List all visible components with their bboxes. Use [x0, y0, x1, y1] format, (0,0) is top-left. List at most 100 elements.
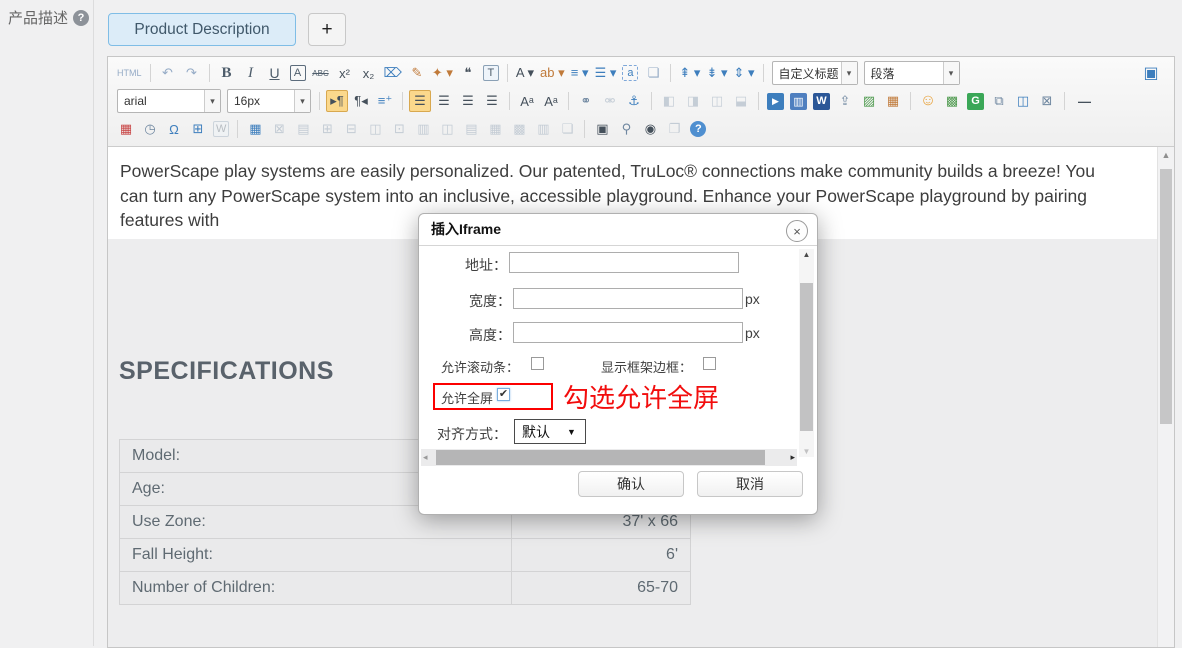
- unordered-list-button[interactable]: ☰ ▾: [593, 62, 619, 84]
- merge-cells-icon[interactable]: ▥: [412, 118, 434, 140]
- image-upload-icon[interactable]: ▨: [858, 90, 880, 112]
- merge-right-icon[interactable]: ▤: [460, 118, 482, 140]
- word-paste-icon[interactable]: W: [213, 121, 229, 137]
- superscript-button[interactable]: x²: [334, 62, 356, 84]
- tab-product-description[interactable]: Product Description: [108, 13, 296, 46]
- fullscreen-checkbox[interactable]: ✔: [497, 388, 510, 401]
- dialog-vscroll-thumb[interactable]: [800, 283, 813, 431]
- editor-scrollbar[interactable]: ▲: [1157, 147, 1174, 647]
- unlink-icon[interactable]: ⚮: [599, 90, 621, 112]
- emoticon-icon[interactable]: ☺: [917, 90, 939, 112]
- insert-date-icon[interactable]: ▦: [115, 118, 137, 140]
- anchor-icon[interactable]: ⚓: [623, 90, 645, 112]
- confirm-button[interactable]: 确认: [578, 471, 684, 497]
- merge-down-icon[interactable]: ▦: [484, 118, 506, 140]
- undo-icon[interactable]: ↶: [157, 62, 179, 84]
- insert-col-icon[interactable]: ◫: [364, 118, 386, 140]
- dialog-hscroll-thumb[interactable]: [436, 450, 765, 465]
- redo-icon[interactable]: ↷: [181, 62, 203, 84]
- height-input[interactable]: [513, 322, 743, 343]
- blockquote-icon[interactable]: ❝: [457, 62, 479, 84]
- split-cells-icon[interactable]: ◫: [436, 118, 458, 140]
- autotypeset-icon[interactable]: ✦ ▾: [430, 62, 455, 84]
- margin-top-icon[interactable]: ⇞ ▾: [677, 62, 702, 84]
- ltr-paragraph-button[interactable]: ▸¶: [326, 90, 348, 112]
- paste-icon[interactable]: ❐: [663, 118, 685, 140]
- word-import-icon[interactable]: W: [813, 93, 830, 110]
- help-icon[interactable]: ?: [690, 121, 706, 137]
- scroll-left-icon[interactable]: ◂: [423, 452, 428, 463]
- preview-icon[interactable]: ⚲: [615, 118, 637, 140]
- align-right-button[interactable]: ☰: [457, 90, 479, 112]
- strikethrough-button[interactable]: ABC: [310, 62, 332, 84]
- to-lowercase-button[interactable]: Aᵃ: [540, 90, 562, 112]
- blank-page-icon[interactable]: ❏: [642, 62, 664, 84]
- scroll-down-icon[interactable]: ▼: [799, 447, 814, 456]
- insert-table-icon[interactable]: ▦: [244, 118, 266, 140]
- find-replace-icon[interactable]: ◉: [639, 118, 661, 140]
- border-text-button[interactable]: A: [290, 65, 306, 81]
- attachment-icon[interactable]: ⇪: [834, 90, 856, 112]
- align-left-button[interactable]: ☰: [409, 90, 431, 112]
- insert-image-icon[interactable]: ▦: [882, 90, 904, 112]
- cell-copy-icon[interactable]: ❏: [556, 118, 578, 140]
- dialog-horizontal-scrollbar[interactable]: ◂ ▸: [421, 449, 797, 466]
- help-question-icon[interactable]: ?: [73, 10, 89, 26]
- horizontal-rule-icon[interactable]: —: [1071, 90, 1097, 112]
- image-center-icon[interactable]: ◫: [706, 90, 728, 112]
- pagebreak-icon[interactable]: ⧉: [988, 90, 1010, 112]
- cancel-button[interactable]: 取消: [697, 471, 803, 497]
- close-icon[interactable]: ×: [786, 220, 808, 242]
- image-block-icon[interactable]: ⬓: [730, 90, 752, 112]
- eraser-icon[interactable]: ⌦: [382, 62, 404, 84]
- align-justify-button[interactable]: ☰: [481, 90, 503, 112]
- subscript-button[interactable]: x₂: [358, 62, 380, 84]
- html-source-button[interactable]: HTML: [115, 62, 144, 84]
- image-inline-icon[interactable]: ◨: [682, 90, 704, 112]
- col-distribute-icon[interactable]: ▥: [532, 118, 554, 140]
- custom-title-select[interactable]: 自定义标题▾: [772, 61, 858, 85]
- width-input[interactable]: [513, 288, 743, 309]
- dialog-vertical-scrollbar[interactable]: ▲ ▼: [799, 249, 814, 457]
- editor-scrollbar-thumb[interactable]: [1160, 169, 1172, 424]
- indent-button[interactable]: ≡⁺: [374, 90, 396, 112]
- url-input[interactable]: [509, 252, 739, 273]
- insert-code-icon[interactable]: ⊞: [187, 118, 209, 140]
- insert-media-icon[interactable]: ▥: [790, 93, 807, 110]
- italic-button[interactable]: I: [240, 62, 262, 84]
- align-select[interactable]: 默认 ▼: [514, 419, 586, 444]
- paragraph-format-select[interactable]: 段落▾: [864, 61, 960, 85]
- show-border-checkbox[interactable]: [703, 357, 716, 370]
- anchor-text-button[interactable]: a: [622, 65, 638, 81]
- font-size-select[interactable]: 16px▾: [227, 89, 311, 113]
- margin-bottom-icon[interactable]: ⇟ ▾: [704, 62, 729, 84]
- insert-video-icon[interactable]: ▶: [767, 93, 784, 110]
- highlight-color-button[interactable]: ab ▾: [538, 62, 567, 84]
- font-color-button[interactable]: A ▾: [514, 62, 536, 84]
- delete-row-icon[interactable]: ⊡: [388, 118, 410, 140]
- underline-button[interactable]: U: [264, 62, 286, 84]
- line-height-icon[interactable]: ⇕ ▾: [731, 62, 756, 84]
- map-icon[interactable]: ▩: [941, 90, 963, 112]
- rtl-paragraph-button[interactable]: ¶◂: [350, 90, 372, 112]
- insert-time-icon[interactable]: ◷: [139, 118, 161, 140]
- scroll-right-icon[interactable]: ▸: [790, 452, 795, 463]
- google-map-icon[interactable]: G: [967, 93, 984, 110]
- scroll-up-icon[interactable]: ▲: [1158, 150, 1174, 160]
- print-icon[interactable]: ▣: [591, 118, 613, 140]
- table-fill-icon[interactable]: ▩: [508, 118, 530, 140]
- special-char-icon[interactable]: Ω: [163, 118, 185, 140]
- bold-button[interactable]: B: [216, 62, 238, 84]
- paste-as-text-icon[interactable]: T: [483, 65, 499, 81]
- font-family-select[interactable]: arial▾: [117, 89, 221, 113]
- format-painter-icon[interactable]: ✎: [406, 62, 428, 84]
- image-left-icon[interactable]: ◧: [658, 90, 680, 112]
- link-icon[interactable]: ⚭: [575, 90, 597, 112]
- scroll-up-icon[interactable]: ▲: [799, 250, 814, 259]
- align-center-button[interactable]: ☰: [433, 90, 455, 112]
- remote-image-icon[interactable]: ⊠: [1036, 90, 1058, 112]
- table-header-icon[interactable]: ▤: [292, 118, 314, 140]
- add-tab-button[interactable]: +: [308, 13, 346, 46]
- insert-row-above-icon[interactable]: ⊞: [316, 118, 338, 140]
- insert-row-below-icon[interactable]: ⊟: [340, 118, 362, 140]
